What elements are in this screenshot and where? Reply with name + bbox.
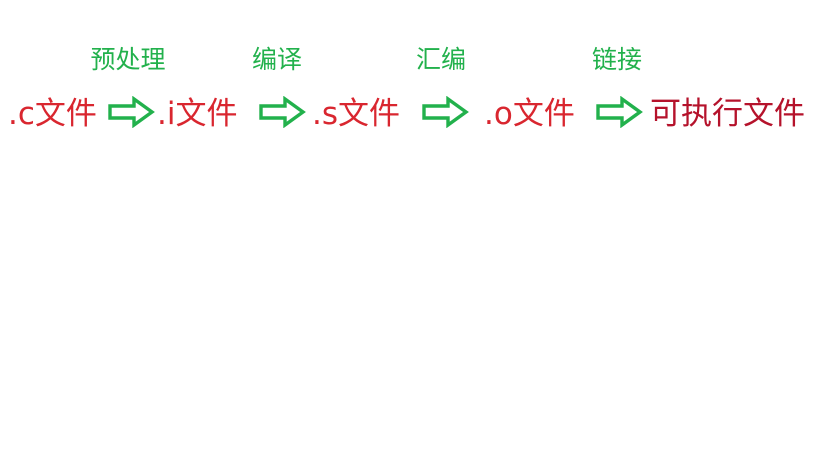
right-arrow-icon	[595, 96, 643, 128]
stage-label-compile: 编译	[251, 45, 303, 74]
right-arrow-icon	[258, 96, 306, 128]
file-node-o-object: .o文件	[484, 96, 575, 132]
right-arrow-icon	[107, 96, 155, 128]
file-node-i-preprocessed: .i文件	[157, 96, 238, 132]
file-node-c-source: .c文件	[8, 96, 97, 132]
stage-label-assemble: 汇编	[415, 45, 467, 74]
file-node-executable: 可执行文件	[650, 96, 805, 132]
right-arrow-icon	[421, 96, 469, 128]
stage-label-link: 链接	[591, 45, 643, 74]
file-node-s-assembly: .s文件	[312, 96, 401, 132]
stage-label-preprocess: 预处理	[90, 45, 166, 74]
